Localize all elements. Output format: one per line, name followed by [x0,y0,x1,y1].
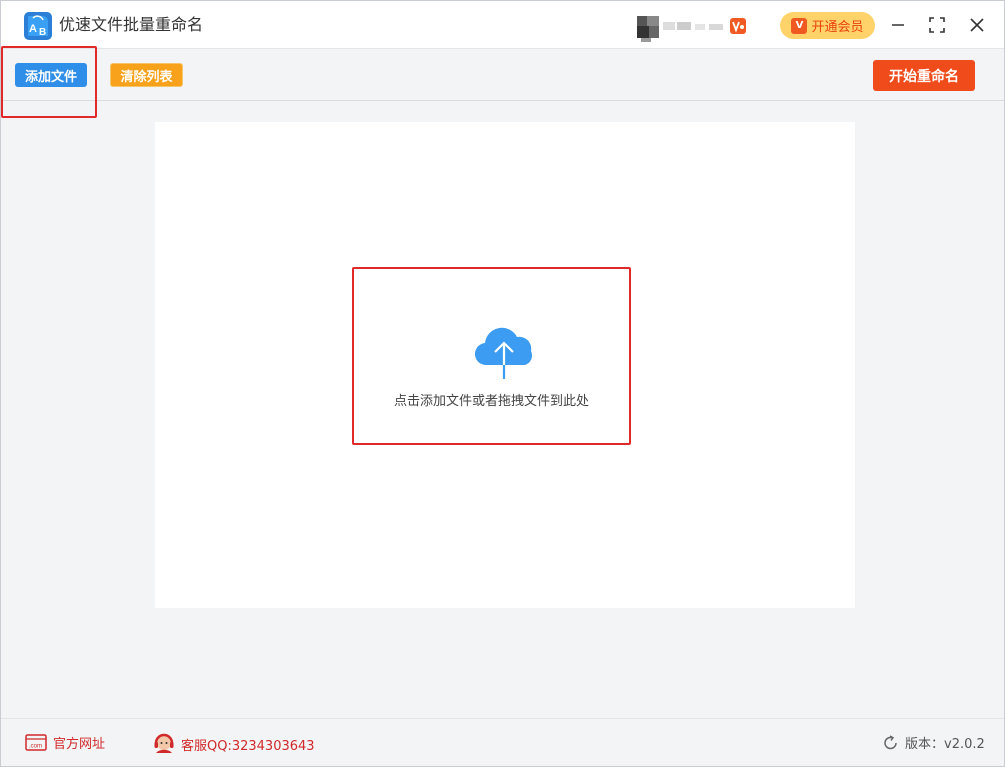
start-rename-button[interactable]: 开始重命名 [873,60,975,91]
customer-service-label: 客服QQ:3234303643 [181,738,315,754]
minimize-button[interactable] [886,13,910,37]
maximize-icon [929,17,945,33]
open-vip-label: 开通会员 [811,20,864,35]
svg-text:.com: .com [29,743,42,749]
title-bar: A B 优速文件批量重命名 V 开通会员 [1,1,1004,49]
version-info: 版本：v2.0.2 [883,733,985,752]
website-icon: .com [25,733,47,751]
official-website-label: 官方网址 [53,737,106,752]
toolbar: 添加文件 清除列表 开始重命名 [1,50,1004,101]
add-files-highlight [1,46,97,118]
maximize-button[interactable] [925,13,949,37]
vip-badge-icon [730,18,746,34]
footer: .com 官方网址 客服QQ:3234303643 版本：v2.0.2 [1,718,1004,766]
minimize-icon [892,24,904,26]
app-title: 优速文件批量重命名 [59,15,204,34]
close-button[interactable] [965,13,989,37]
drop-hint-text: 点击添加文件或者拖拽文件到此处 [393,394,589,409]
vip-icon: V [791,17,808,34]
open-vip-button[interactable]: V 开通会员 [780,12,875,39]
svg-text:B: B [39,27,46,38]
clear-list-button[interactable]: 清除列表 [110,63,183,87]
customer-service-link[interactable]: 客服QQ:3234303643 [153,733,315,755]
user-avatar[interactable] [637,12,725,42]
customer-service-icon [154,733,174,753]
refresh-icon[interactable] [883,734,899,751]
official-website-link[interactable]: .com 官方网址 [25,733,105,752]
app-window: A B 优速文件批量重命名 V 开通会员 添加文件 清除列表 开始重命名 点击添… [0,0,1005,767]
app-logo-icon: A B [24,12,52,40]
svg-text:A: A [29,23,37,35]
cloud-upload-icon [474,327,533,379]
close-icon [970,18,984,32]
version-label: 版本：v2.0.2 [905,737,985,752]
